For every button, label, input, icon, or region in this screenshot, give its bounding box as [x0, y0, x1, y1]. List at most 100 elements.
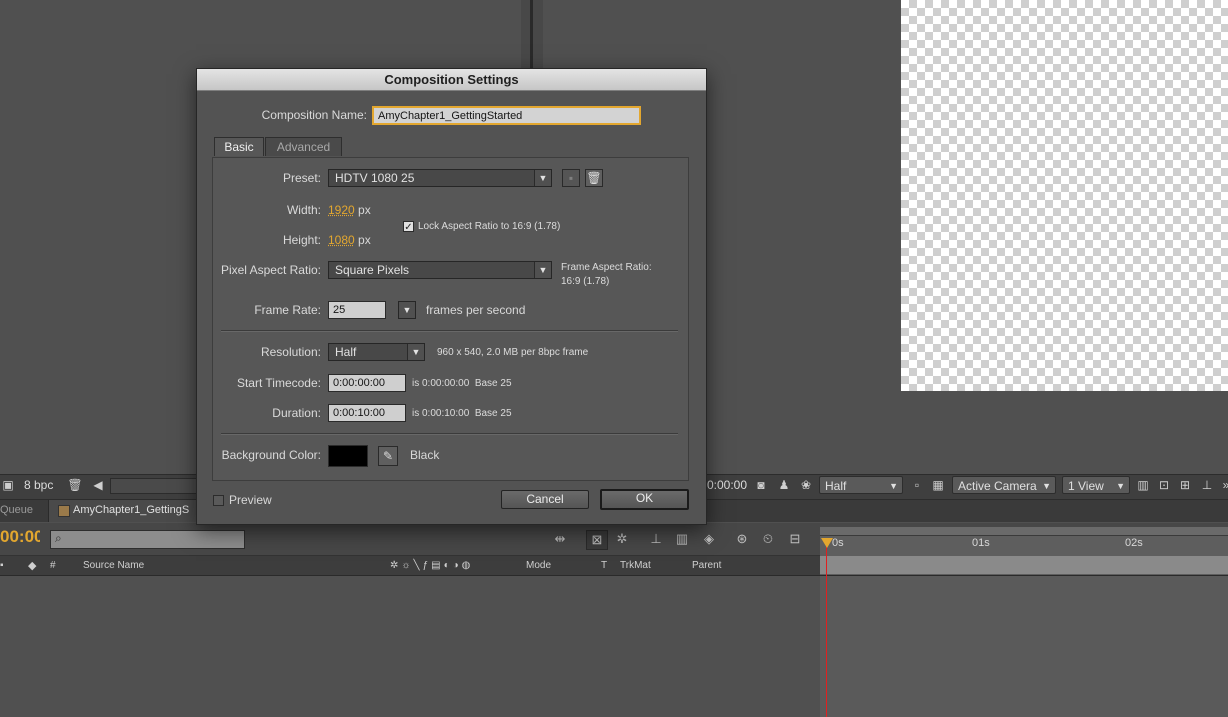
height-label: Height: [282, 233, 321, 247]
label-tag-icon[interactable]: ◆ [28, 559, 36, 572]
ruler-label-01s: 01s [972, 537, 990, 549]
preset-dropdown[interactable]: HDTV 1080 25 ▼ [328, 169, 552, 187]
width-label: Width: [286, 203, 321, 217]
graph-editor-icon[interactable]: ⊟ [785, 530, 805, 548]
background-color-swatch[interactable] [328, 445, 368, 467]
composition-settings-dialog: Composition Settings Composition Name: B… [196, 68, 707, 525]
width-value[interactable]: 1920 [328, 203, 355, 217]
start-timecode-label: Start Timecode: [236, 376, 321, 390]
column-trkmat[interactable]: TrkMat [620, 560, 651, 571]
hide-shy-layers-icon[interactable]: ✲ [612, 530, 632, 548]
tab-composition[interactable]: AmyChapter1_GettingS [48, 500, 197, 522]
layer-switches-icon[interactable]: ✲☼╲ƒ▤◐◑◍ [390, 560, 473, 571]
pixel-aspect-ratio-dropdown[interactable]: Square Pixels ▼ [328, 261, 552, 279]
separator [221, 433, 678, 435]
background-color-label: Background Color: [221, 448, 321, 462]
delete-preset-icon[interactable]: 🗑 [585, 169, 603, 187]
resolution-dropdown[interactable]: Half ▼ [328, 343, 425, 361]
toggle-pixel-aspect-icon[interactable]: ▥ [1135, 477, 1151, 493]
chevron-down-icon: ▼ [399, 302, 415, 318]
composition-icon [58, 505, 70, 517]
resolution-label: Resolution: [260, 345, 321, 359]
dialog-title: Composition Settings [197, 69, 706, 91]
bit-depth-label[interactable]: 8 bpc [24, 474, 53, 496]
eye-icon[interactable]: ▪ [0, 560, 4, 571]
tab-basic[interactable]: Basic [214, 137, 264, 156]
frame-rate-input[interactable] [328, 301, 386, 319]
draft-3d-icon[interactable]: ⊠ [586, 530, 608, 550]
basic-settings-panel: Preset: HDTV 1080 25 ▼ ▪ 🗑 Width: 1920 p… [212, 157, 689, 481]
brainstorm-icon[interactable]: ◈ [699, 530, 719, 548]
start-timecode-info: is 0:00:00:00 Base 25 [412, 378, 512, 389]
save-preset-icon[interactable]: ▪ [562, 169, 580, 187]
start-timecode-input[interactable] [328, 374, 406, 392]
composition-name-label: Composition Name: [261, 108, 367, 122]
playhead-handle[interactable] [821, 538, 833, 548]
timeline-icon[interactable]: ⊞ [1177, 477, 1193, 493]
frame-rate-dropdown[interactable]: ▼ [398, 301, 416, 319]
project-flowchart-icon[interactable]: ▣ [0, 477, 16, 493]
composition-mini-flowchart-icon[interactable]: ⇹ [550, 530, 570, 548]
lock-aspect-checkbox[interactable]: ✓ [403, 221, 414, 233]
chevron-down-icon: ▼ [407, 344, 424, 360]
duration-label: Duration: [272, 406, 321, 420]
tab-composition-label: AmyChapter1_GettingS [73, 504, 190, 516]
resolution-value: Half [335, 345, 357, 359]
width-field[interactable]: 1920 px [328, 203, 371, 217]
column-number[interactable]: # [50, 560, 56, 571]
show-snapshot-icon[interactable]: ♟ [776, 477, 792, 493]
project-scrollbar[interactable] [110, 478, 198, 494]
camera-view-dropdown[interactable]: Active Camera ▼ [952, 476, 1056, 494]
composition-viewer-transparency-grid[interactable] [901, 0, 1228, 391]
fast-previews-icon[interactable]: ⊡ [1156, 477, 1172, 493]
layer-search-input[interactable]: ⌕ [50, 530, 245, 549]
expand-icon[interactable]: » [1218, 477, 1228, 493]
frame-rate-unit: frames per second [426, 303, 526, 317]
frame-rate-label: Frame Rate: [254, 303, 321, 317]
chevron-down-icon: ▼ [534, 262, 551, 278]
column-parent[interactable]: Parent [692, 560, 721, 571]
preview-checkbox[interactable] [213, 495, 224, 506]
ok-button[interactable]: OK [600, 489, 689, 510]
frame-aspect-ratio-value: 16:9 (1.78) [561, 276, 610, 287]
tab-advanced[interactable]: Advanced [265, 137, 342, 156]
tab-render-queue[interactable]: Queue [0, 504, 33, 516]
snapshot-camera-icon[interactable]: ◙ [753, 477, 769, 493]
camera-view-value: Active Camera [958, 479, 1037, 493]
stopwatch-icon[interactable]: ⏲ [758, 530, 778, 548]
timeline-track-area[interactable] [820, 576, 1228, 717]
height-unit: px [358, 233, 371, 247]
column-source-name[interactable]: Source Name [83, 560, 144, 571]
frame-aspect-ratio-label: Frame Aspect Ratio: [561, 262, 652, 273]
frame-blending-icon[interactable]: ⊥ [646, 530, 666, 548]
color-channels-icon[interactable]: ❀ [798, 477, 814, 493]
viewer-resolution-dropdown[interactable]: Half ▼ [819, 476, 903, 494]
transparency-grid-icon[interactable]: ▦ [930, 477, 946, 493]
preset-value: HDTV 1080 25 [335, 171, 415, 185]
auto-keyframe-icon[interactable]: ⊛ [732, 530, 752, 548]
layer-list-area[interactable] [0, 576, 820, 717]
duration-input[interactable] [328, 404, 406, 422]
pixel-aspect-ratio-label: Pixel Aspect Ratio: [220, 263, 321, 277]
height-field[interactable]: 1080 px [328, 233, 371, 247]
playhead-line[interactable] [826, 540, 827, 717]
region-of-interest-icon[interactable]: ▫ [909, 477, 925, 493]
time-navigator[interactable] [820, 527, 1228, 536]
column-t[interactable]: T [601, 560, 607, 571]
column-mode[interactable]: Mode [526, 560, 551, 571]
trash-icon[interactable]: 🗑 [67, 477, 83, 493]
view-layout-dropdown[interactable]: 1 View ▼ [1062, 476, 1130, 494]
chevron-down-icon: ▼ [534, 170, 551, 186]
motion-blur-icon[interactable]: ▥ [672, 530, 692, 548]
height-value[interactable]: 1080 [328, 233, 355, 247]
flowchart-icon[interactable]: ⊥ [1199, 477, 1215, 493]
work-area-bar[interactable] [820, 556, 1228, 574]
ruler-label-02s: 02s [1125, 537, 1143, 549]
composition-name-input[interactable] [372, 106, 641, 125]
lock-aspect-label: Lock Aspect Ratio to 16:9 (1.78) [418, 221, 561, 232]
current-time-display[interactable]: 00:00 [0, 527, 40, 547]
cancel-button[interactable]: Cancel [501, 490, 589, 509]
preview-label: Preview [229, 493, 272, 507]
eyedropper-icon[interactable]: ✎ [378, 446, 398, 466]
scroll-left-icon[interactable]: ◀ [90, 477, 106, 493]
